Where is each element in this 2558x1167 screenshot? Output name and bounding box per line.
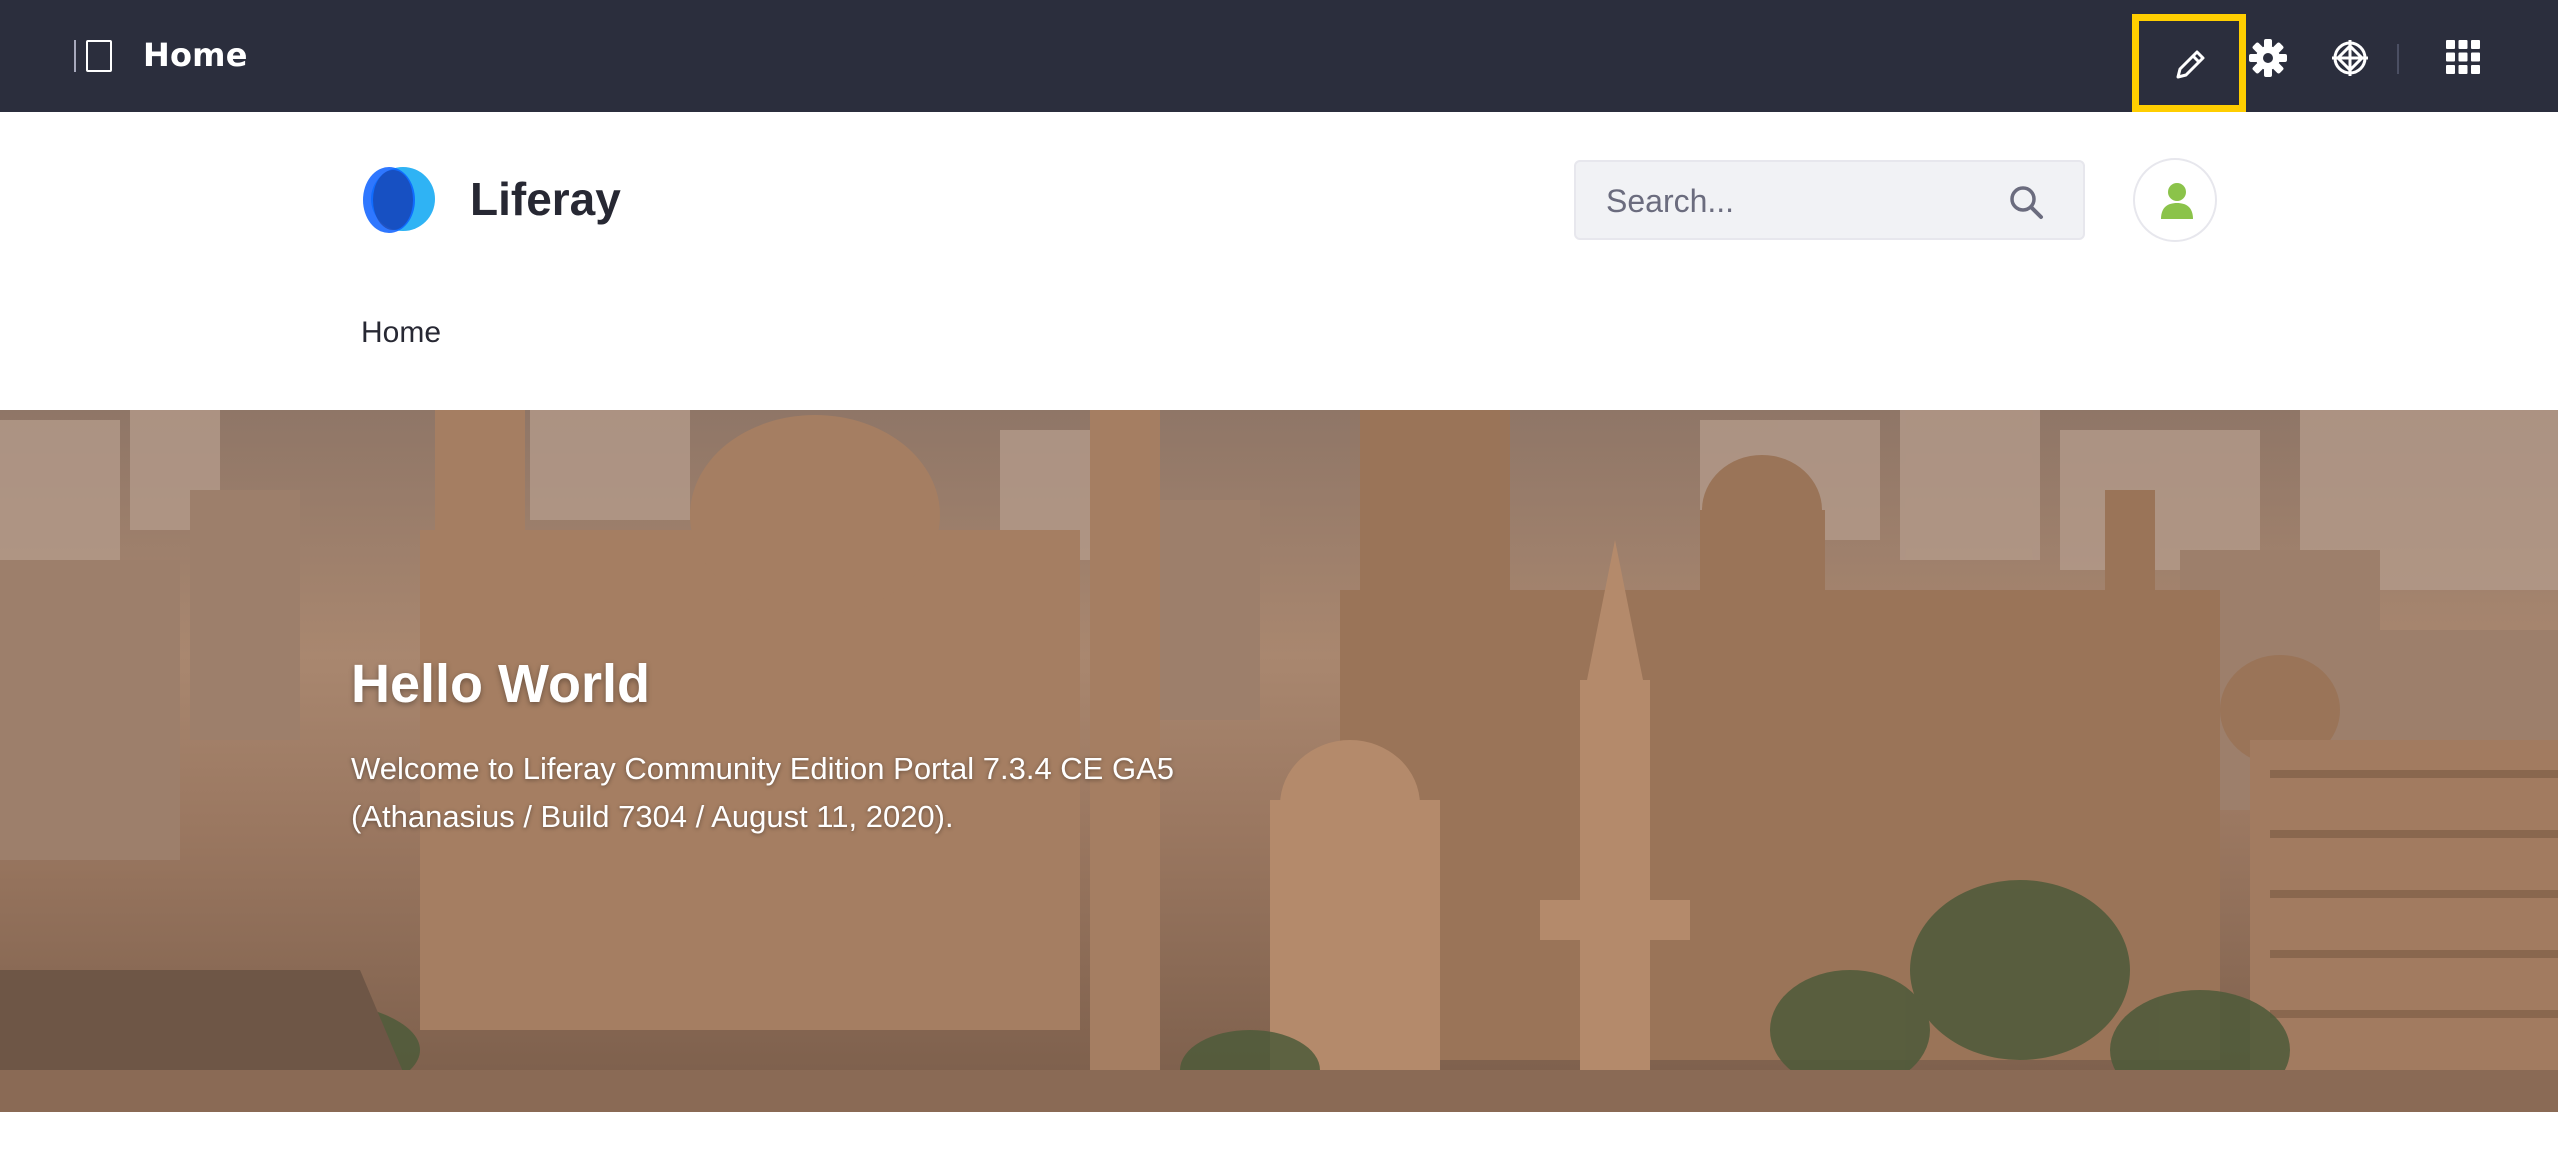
banner-title: Hello World bbox=[351, 654, 651, 714]
page-title: Home bbox=[143, 36, 248, 74]
product-menu-toggle-button[interactable] bbox=[72, 38, 116, 76]
search-icon[interactable] bbox=[2008, 184, 2044, 220]
liferay-logo bbox=[363, 167, 435, 233]
configure-page-button[interactable] bbox=[2246, 36, 2290, 80]
toolbar-divider bbox=[2397, 44, 2399, 74]
banner-text-line-2: (Athanasius / Build 7304 / August 11, 20… bbox=[351, 799, 954, 834]
panel-icon bbox=[86, 40, 112, 72]
site-logo[interactable] bbox=[359, 165, 439, 235]
pencil-icon bbox=[2176, 50, 2205, 79]
user-avatar-icon bbox=[2161, 183, 2193, 219]
site-header bbox=[0, 112, 2558, 410]
nav-item-home[interactable]: Home bbox=[361, 316, 441, 350]
product-menu-icon bbox=[74, 40, 76, 72]
banner-text: Welcome to Liferay Community Edition Por… bbox=[351, 745, 1251, 841]
simulation-button[interactable] bbox=[2330, 38, 2370, 78]
simulation-target-icon bbox=[2332, 40, 2368, 76]
user-personal-bar-button[interactable] bbox=[2133, 158, 2217, 242]
edit-button[interactable] bbox=[2132, 14, 2246, 112]
gear-icon bbox=[2249, 39, 2287, 77]
banner-text-line-1: Welcome to Liferay Community Edition Por… bbox=[351, 751, 1174, 786]
grid-apps-icon bbox=[2446, 40, 2480, 74]
control-menu: Home bbox=[0, 0, 2558, 112]
applications-menu-button[interactable] bbox=[2446, 40, 2480, 74]
search-input[interactable] bbox=[1606, 176, 1986, 226]
search-bar bbox=[1574, 160, 2085, 240]
hero-banner: Hello World Welcome to Liferay Community… bbox=[0, 410, 2558, 1112]
site-name[interactable]: Liferay bbox=[470, 172, 621, 226]
